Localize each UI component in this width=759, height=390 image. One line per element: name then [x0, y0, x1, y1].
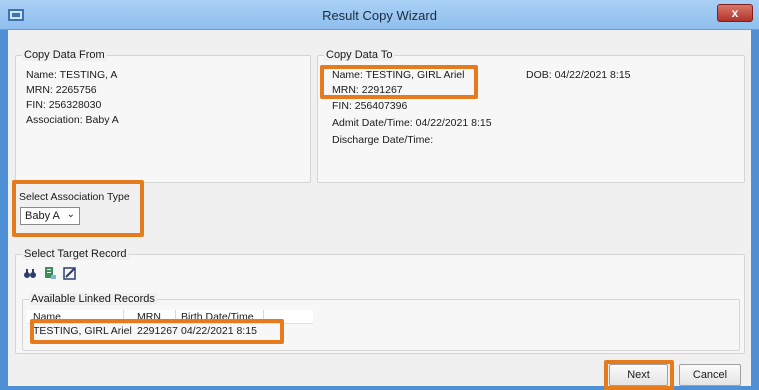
to-dob: DOB: 04/22/2021 8:15: [526, 69, 631, 81]
binoculars-icon[interactable]: [23, 266, 37, 280]
window-title: Result Copy Wizard: [322, 8, 437, 23]
wizard-body: Copy Data From Name: TESTING, A MRN: 226…: [8, 30, 751, 390]
title-bar[interactable]: Result Copy Wizard x: [0, 0, 759, 30]
association-highlight: [12, 180, 144, 237]
next-highlight: [604, 360, 674, 390]
target-record-legend: Select Target Record: [22, 248, 129, 260]
from-association: Association: Baby A: [26, 114, 119, 126]
copy-to-legend: Copy Data To: [324, 49, 395, 61]
copy-to-highlight: [320, 65, 478, 99]
edit-icon[interactable]: [63, 266, 77, 280]
wizard-window: Result Copy Wizard x Copy Data From Name…: [0, 0, 759, 390]
cancel-button[interactable]: Cancel: [679, 364, 741, 386]
copy-from-legend: Copy Data From: [22, 49, 107, 61]
linked-record-highlight: [30, 319, 284, 344]
to-admit: Admit Date/Time: 04/22/2021 8:15: [332, 117, 492, 129]
from-name: Name: TESTING, A: [26, 69, 118, 81]
from-mrn: MRN: 2265756: [26, 84, 97, 96]
to-discharge: Discharge Date/Time:: [332, 134, 434, 146]
from-fin: FIN: 256328030: [26, 99, 102, 111]
to-fin: FIN: 256407396: [332, 100, 408, 112]
record-icon[interactable]: [43, 266, 57, 280]
linked-records-legend: Available Linked Records: [29, 293, 157, 305]
close-button[interactable]: x: [717, 4, 753, 22]
copy-from-group: Copy Data From Name: TESTING, A MRN: 226…: [15, 49, 311, 183]
